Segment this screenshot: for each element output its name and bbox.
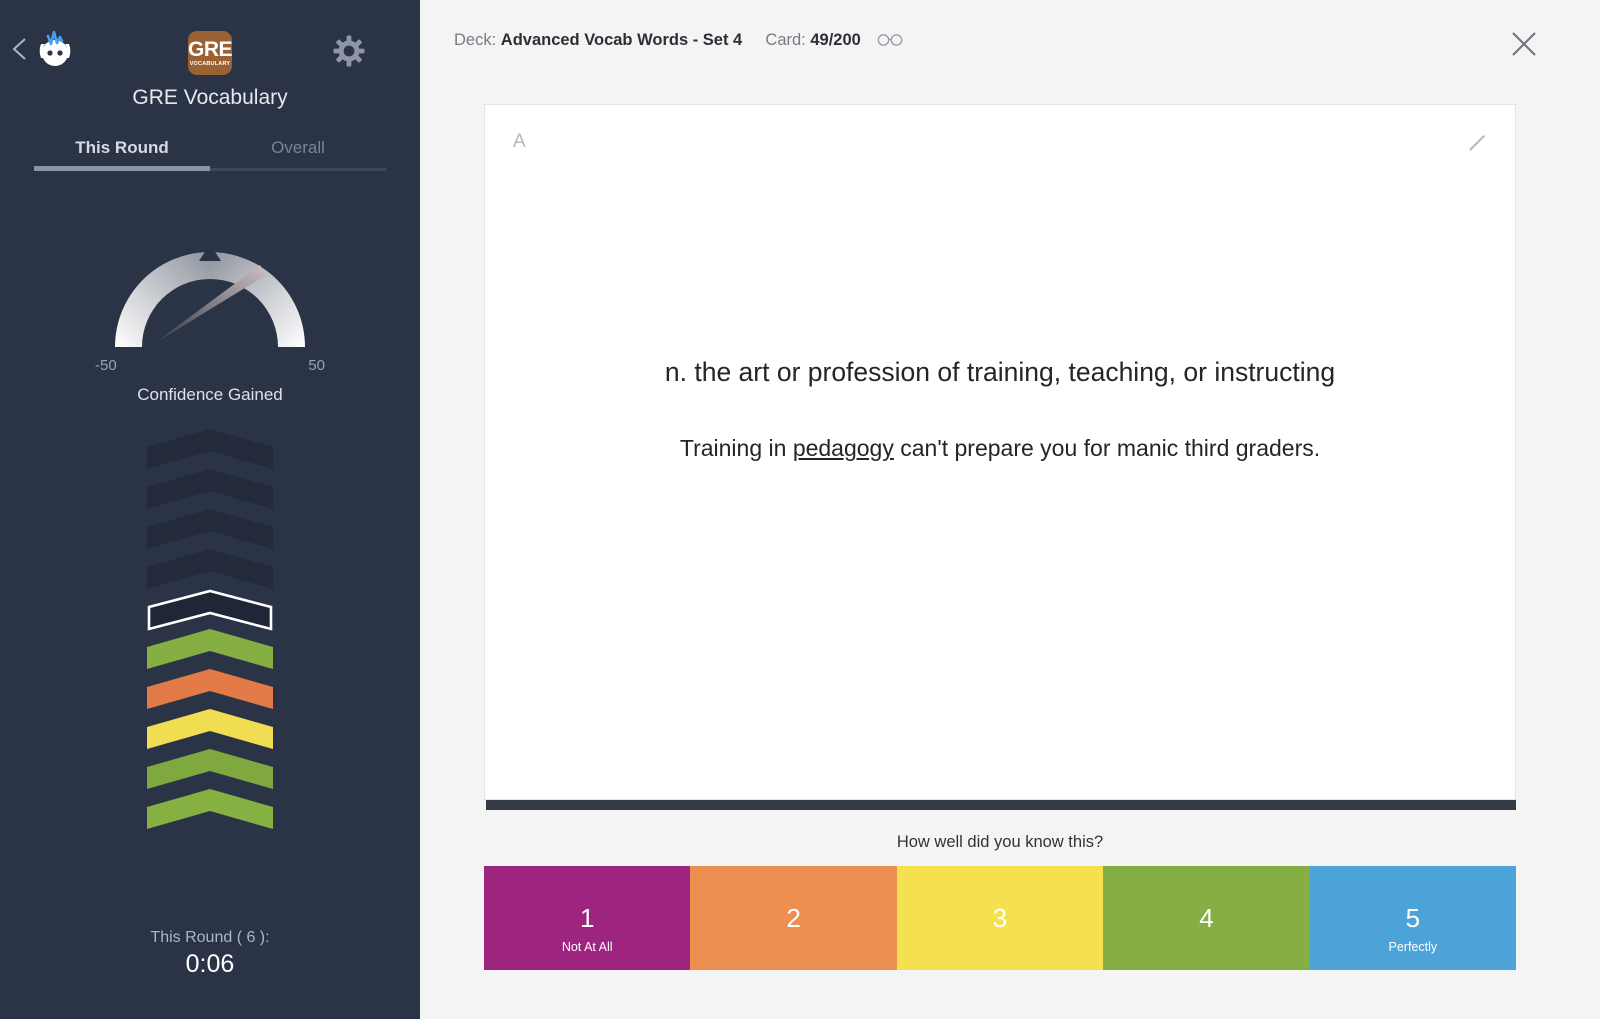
logo-line-2: VOCABULARY bbox=[190, 62, 231, 68]
logo-line-1: GRE bbox=[188, 39, 232, 60]
confidence-gauge: -50 50 Confidence Gained bbox=[0, 199, 420, 405]
rating-number-5: 5 bbox=[1406, 905, 1420, 931]
card-side-label: A bbox=[513, 131, 526, 153]
brainscape-mascot-icon[interactable] bbox=[34, 29, 76, 71]
rating-number-1: 1 bbox=[580, 905, 594, 931]
gauge-max-label: 50 bbox=[308, 357, 325, 374]
tab-overall[interactable]: Overall bbox=[210, 138, 386, 171]
round-label: This Round ( 6 ): bbox=[0, 929, 420, 947]
card-example-sentence: Training in pedagogy can't prepare you f… bbox=[485, 435, 1515, 462]
rating-buttons-row: 1 Not At All 2 3 4 5 Perfectly bbox=[484, 866, 1516, 970]
pencil-edit-icon[interactable] bbox=[1465, 131, 1489, 155]
gear-icon[interactable] bbox=[332, 34, 366, 68]
card-definition: n. the art or profession of training, te… bbox=[485, 355, 1515, 389]
round-time: 0:06 bbox=[0, 950, 420, 979]
gauge-scale-labels: -50 50 bbox=[95, 357, 325, 374]
gauge-min-label: -50 bbox=[95, 357, 117, 374]
tab-underline-active bbox=[34, 166, 210, 171]
sidebar-deck-title: GRE Vocabulary bbox=[0, 86, 420, 110]
rating-button-5[interactable]: 5 Perfectly bbox=[1310, 866, 1516, 970]
rating-sublabel-1: Not At All bbox=[562, 940, 613, 954]
card-header-bar: Deck: Advanced Vocab Words - Set 4 Card:… bbox=[420, 0, 1600, 80]
rating-button-2[interactable]: 2 bbox=[690, 866, 896, 970]
rating-button-3[interactable]: 3 bbox=[897, 866, 1103, 970]
card-content: n. the art or profession of training, te… bbox=[485, 355, 1515, 462]
gauge-svg bbox=[90, 199, 330, 359]
sidebar-tabs: This Round Overall bbox=[34, 138, 386, 171]
close-icon[interactable] bbox=[1510, 30, 1538, 58]
rating-button-4[interactable]: 4 bbox=[1103, 866, 1309, 970]
glasses-icon[interactable] bbox=[877, 33, 903, 47]
breadcrumb: Deck: Advanced Vocab Words - Set 4 Card:… bbox=[454, 31, 861, 50]
sentence-term: pedagogy bbox=[793, 435, 894, 461]
sidebar-topbar: GRE VOCABULARY bbox=[0, 0, 420, 84]
rating-sublabel-5: Perfectly bbox=[1389, 940, 1438, 954]
sentence-part-before: Training in bbox=[680, 435, 793, 461]
round-timer: This Round ( 6 ): 0:06 bbox=[0, 929, 420, 979]
rating-button-1[interactable]: 1 Not At All bbox=[484, 866, 690, 970]
card-prefix-label: Card: bbox=[765, 31, 805, 49]
flashcard-container: A n. the art or profession of training, … bbox=[484, 104, 1516, 812]
stats-sidebar: GRE VOCABULARY bbox=[0, 0, 420, 1019]
study-main-panel: Deck: Advanced Vocab Words - Set 4 Card:… bbox=[420, 0, 1600, 1019]
sentence-part-after: can't prepare you for manic third grader… bbox=[894, 435, 1320, 461]
gauge-caption: Confidence Gained bbox=[137, 385, 283, 405]
deck-prefix-label: Deck: bbox=[454, 31, 496, 49]
rating-prompt: How well did you know this? bbox=[484, 833, 1516, 852]
card-count-label: 49/200 bbox=[810, 31, 860, 49]
deck-name-label: Advanced Vocab Words - Set 4 bbox=[501, 31, 742, 49]
flashcard-study-app: GRE VOCABULARY bbox=[0, 0, 1600, 1019]
gre-vocabulary-logo[interactable]: GRE VOCABULARY bbox=[188, 31, 232, 75]
rating-number-4: 4 bbox=[1199, 905, 1213, 931]
back-chevron-icon[interactable] bbox=[10, 36, 30, 62]
chevron-progress-stack bbox=[147, 429, 273, 829]
rating-number-3: 3 bbox=[993, 905, 1007, 931]
rating-number-2: 2 bbox=[786, 905, 800, 931]
flashcard-answer-side[interactable]: A n. the art or profession of training, … bbox=[484, 104, 1516, 800]
chevron-level-10 bbox=[147, 789, 273, 835]
card-bottom-bar bbox=[486, 800, 1516, 810]
